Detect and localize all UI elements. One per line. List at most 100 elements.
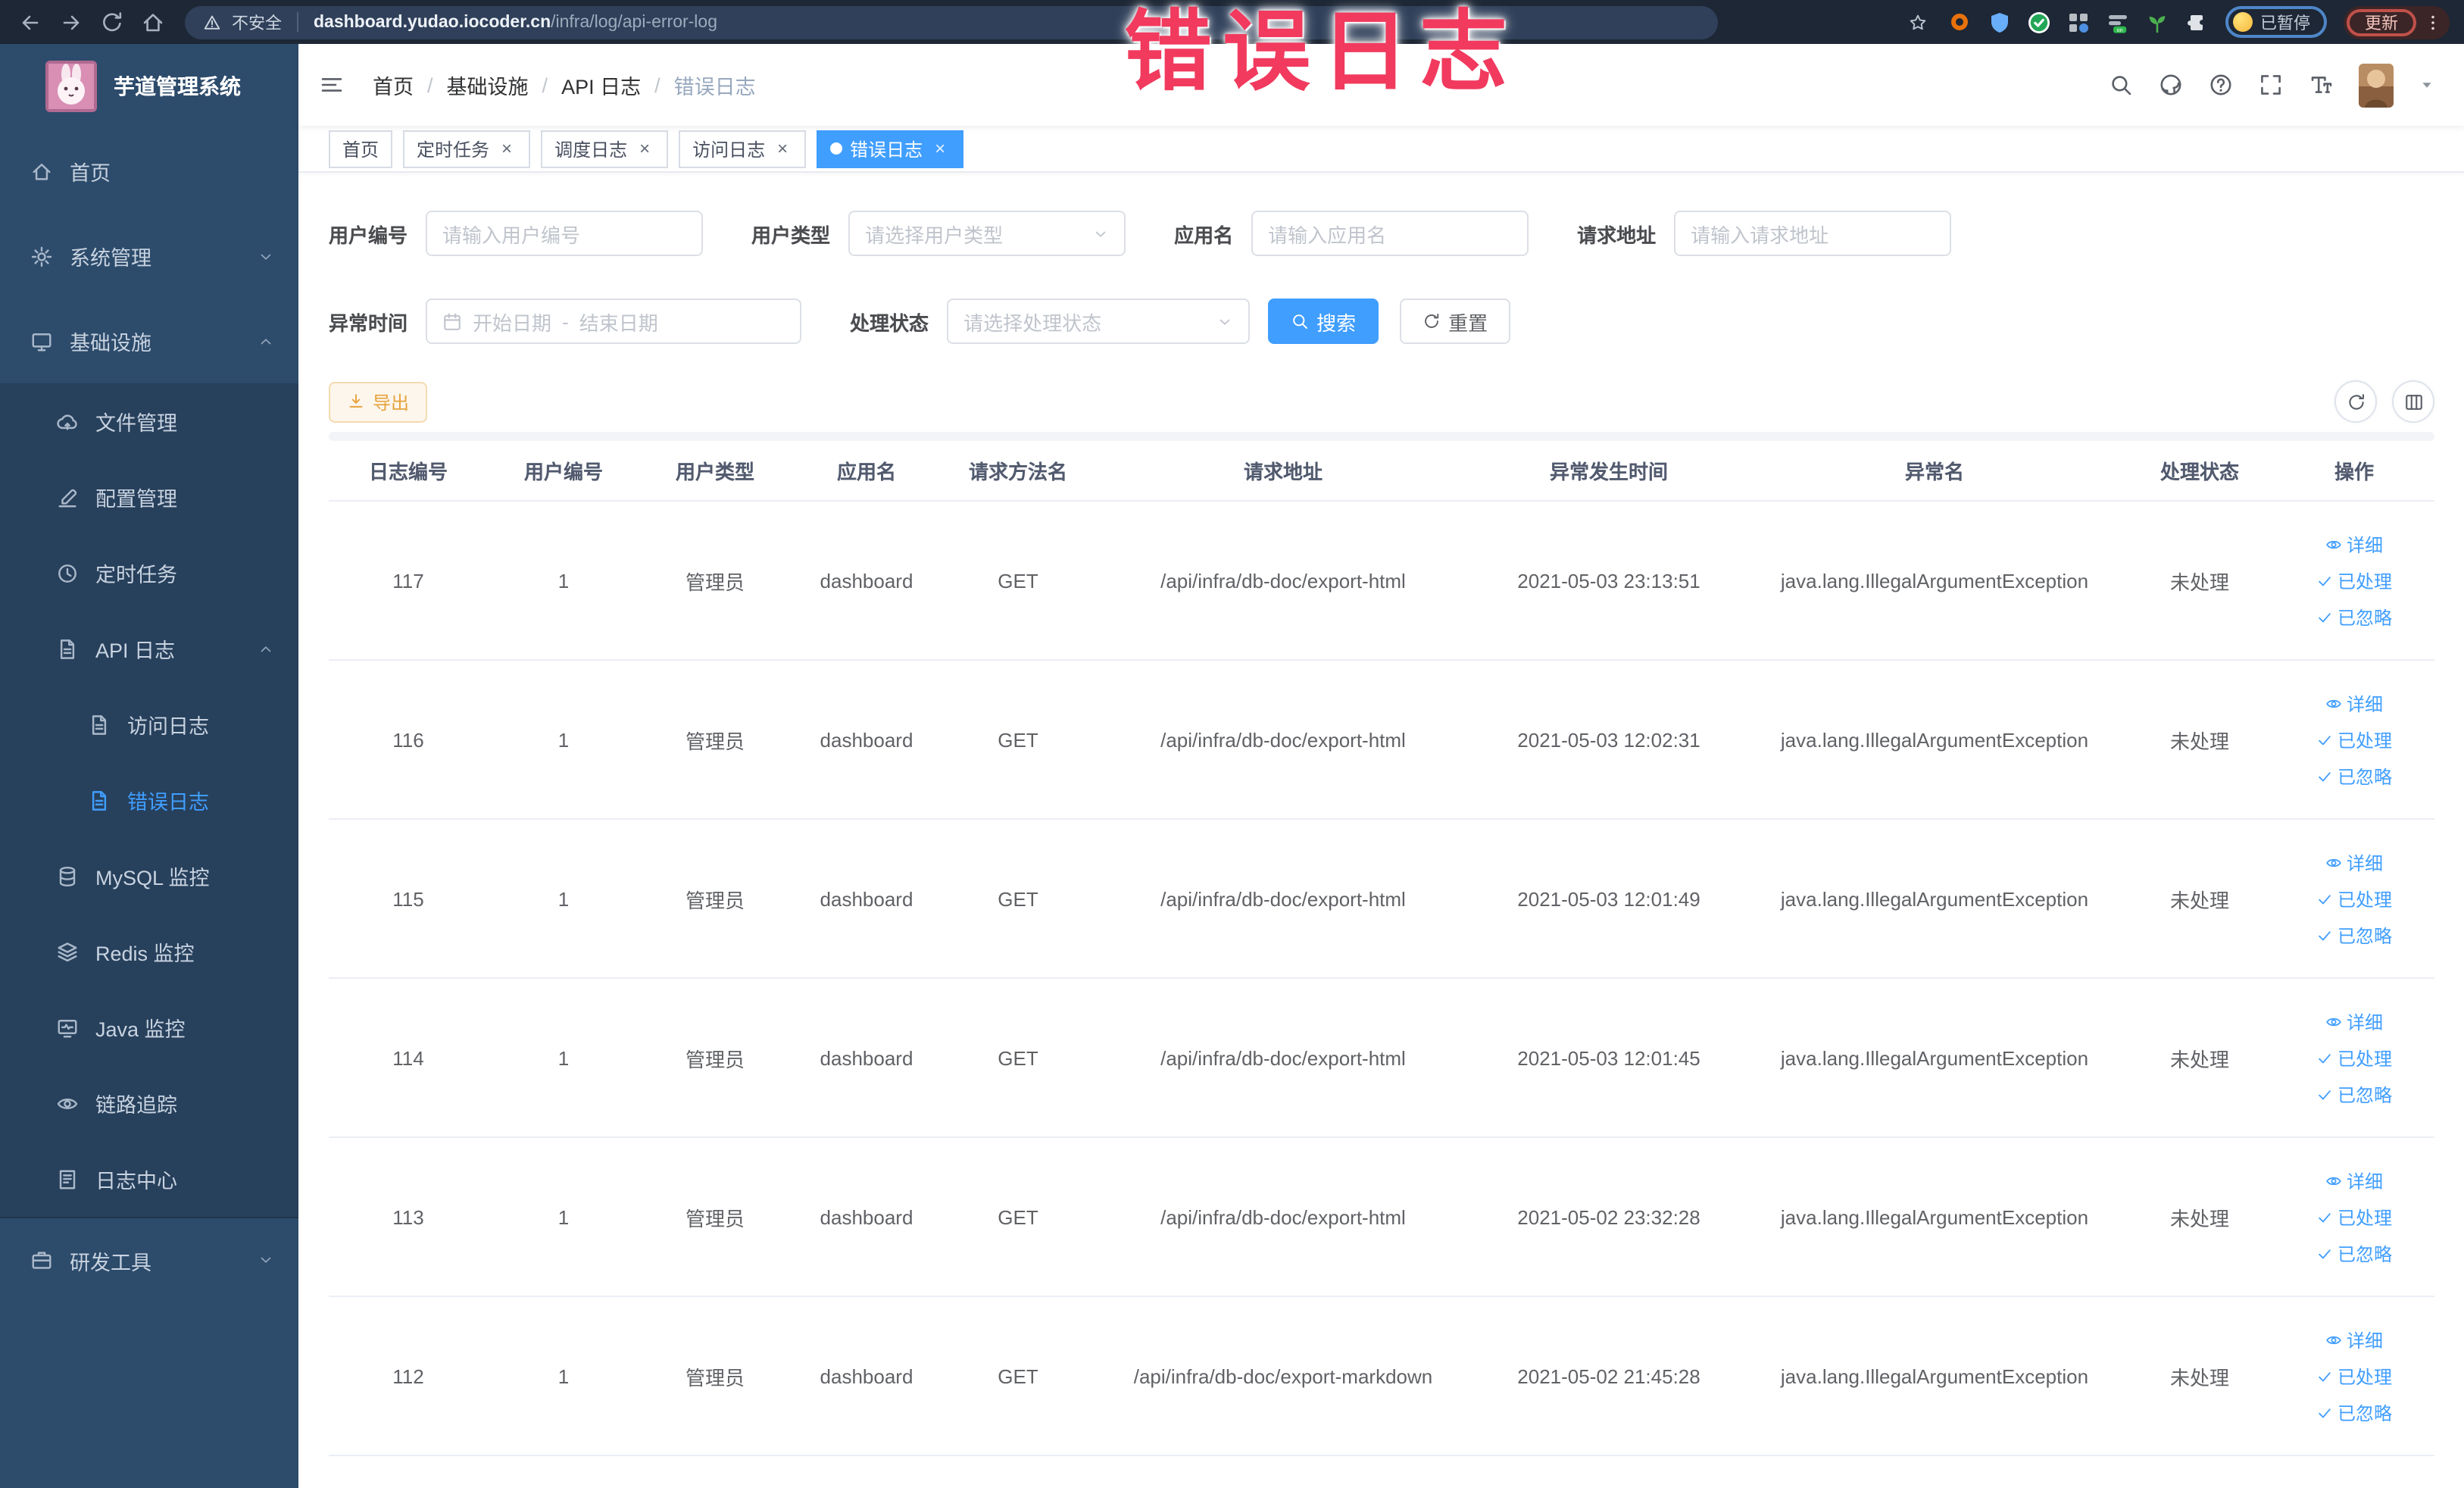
chevron-down-icon [258, 248, 274, 264]
action-详细[interactable]: 详细 [2325, 690, 2383, 716]
sidebar-item-mysql[interactable]: MySQL 监控 [0, 838, 298, 914]
top-navbar: 首页 / 基础设施 / API 日志 / 错误日志 [298, 44, 2464, 126]
check-icon [2316, 1086, 2333, 1102]
arrow-right-icon[interactable] [56, 7, 86, 37]
avatar[interactable] [2359, 63, 2394, 107]
action-已忽略[interactable]: 已忽略 [2316, 604, 2392, 630]
filter-input[interactable]: 请输入用户编号 [426, 211, 704, 256]
search-icon[interactable] [2109, 73, 2133, 97]
date-range-picker[interactable]: 开始日期 - 结束日期 [426, 299, 802, 344]
export-button[interactable]: 导出 [329, 381, 428, 422]
sidebar-item-dev-tools[interactable]: 研发工具 [0, 1217, 298, 1302]
breadcrumb-item[interactable]: API 日志 [561, 70, 641, 100]
filter-select[interactable]: 请选择用户类型 [848, 211, 1126, 256]
address-bar[interactable]: 不安全 dashboard.yudao.iocoder.cn/infra/log… [185, 5, 1718, 39]
action-详细[interactable]: 详细 [2325, 1327, 2383, 1352]
sidebar-item-redis[interactable]: Redis 监控 [0, 914, 298, 989]
sidebar-item-access-log[interactable]: 访问日志 [0, 686, 298, 762]
github-icon[interactable] [2159, 73, 2183, 97]
question-icon[interactable] [2209, 73, 2233, 97]
extension-on-switch-icon[interactable]: on [2104, 9, 2130, 35]
action-详细[interactable]: 详细 [2325, 849, 2383, 875]
close-icon[interactable]: × [635, 139, 654, 158]
tab-定时任务[interactable]: 定时任务 × [403, 130, 531, 167]
app-logo[interactable]: 芋道管理系统 [0, 44, 298, 129]
close-icon[interactable]: × [773, 139, 792, 158]
sidebar-item-job[interactable]: 定时任务 [0, 535, 298, 611]
action-已忽略[interactable]: 已忽略 [2316, 1081, 2392, 1107]
extension-check-badge-icon[interactable] [2025, 9, 2051, 35]
breadcrumb-item[interactable]: 首页 [373, 70, 414, 100]
reload-icon[interactable] [97, 7, 127, 37]
breadcrumb-item[interactable]: 基础设施 [447, 70, 529, 100]
close-icon[interactable]: × [930, 139, 950, 158]
action-已处理[interactable]: 已处理 [2316, 727, 2392, 752]
action-已处理[interactable]: 已处理 [2316, 1045, 2392, 1071]
action-已处理[interactable]: 已处理 [2316, 1204, 2392, 1230]
arrow-left-icon[interactable] [15, 7, 45, 37]
reset-button[interactable]: 重置 [1400, 299, 1511, 344]
sidebar-item-java[interactable]: Java 监控 [0, 989, 298, 1065]
eye-icon [2325, 1172, 2342, 1189]
action-已忽略[interactable]: 已忽略 [2316, 1399, 2392, 1425]
home-icon[interactable] [138, 7, 168, 37]
sidebar-item-config[interactable]: 配置管理 [0, 459, 298, 535]
fullscreen-icon[interactable] [2259, 73, 2283, 97]
url-text[interactable]: dashboard.yudao.iocoder.cn/infra/log/api… [314, 13, 717, 31]
caret-down-icon[interactable] [2419, 77, 2434, 92]
extension-shield-icon[interactable] [1986, 9, 2012, 35]
database-icon [56, 864, 79, 887]
action-已忽略[interactable]: 已忽略 [2316, 1240, 2392, 1266]
action-详细[interactable]: 详细 [2325, 1168, 2383, 1193]
column-header-1: 用户编号 [523, 461, 603, 483]
browser-menu-icon[interactable] [2424, 13, 2442, 31]
extension-grid-icon[interactable] [2065, 9, 2091, 35]
extension-sprout-icon[interactable] [2144, 9, 2169, 35]
tab-调度日志[interactable]: 调度日志 × [541, 130, 669, 167]
action-label: 详细 [2346, 852, 2383, 874]
action-已处理[interactable]: 已处理 [2316, 567, 2392, 593]
cell-actions: 详细 已处理 已忽略 [2275, 1008, 2433, 1107]
close-icon[interactable]: × [497, 139, 517, 158]
status-select[interactable]: 请选择处理状态 [947, 299, 1251, 344]
font-size-icon[interactable] [2309, 73, 2333, 97]
star-icon[interactable] [1904, 9, 1930, 35]
filter-input[interactable]: 请输入请求地址 [1674, 211, 1952, 256]
sidebar-item-api-log[interactable]: API 日志 [0, 611, 298, 686]
action-已忽略[interactable]: 已忽略 [2316, 763, 2392, 789]
sidebar-item-error-log[interactable]: 错误日志 [0, 762, 298, 838]
action-已忽略[interactable]: 已忽略 [2316, 922, 2392, 948]
tab-错误日志[interactable]: 错误日志 × [817, 130, 964, 167]
paused-badge[interactable]: 已暂停 [2225, 6, 2327, 38]
tab-访问日志[interactable]: 访问日志 × [679, 130, 807, 167]
extension-ring-icon[interactable] [1947, 9, 1972, 35]
update-button[interactable]: 更新 [2347, 8, 2416, 36]
cell-app_name: dashboard [820, 1046, 913, 1069]
action-label: 详细 [2346, 534, 2383, 555]
tab-首页[interactable]: 首页 [329, 130, 393, 167]
action-详细[interactable]: 详细 [2325, 1008, 2383, 1034]
columns-button[interactable] [2392, 380, 2434, 423]
sidebar-item-trace[interactable]: 链路追踪 [0, 1065, 298, 1141]
extension-puzzle-icon[interactable] [2183, 9, 2209, 35]
filter-input[interactable]: 请输入应用名 [1251, 211, 1529, 256]
action-已处理[interactable]: 已处理 [2316, 1363, 2392, 1389]
sidebar-item-infra[interactable]: 基础设施 [0, 299, 298, 383]
sidebar-item-home[interactable]: 首页 [0, 129, 298, 214]
table-row: 116 1 管理员 dashboard GET/api/infra/db-doc/exp… [329, 661, 2434, 820]
log-icon [56, 1168, 79, 1190]
sidebar-item-system[interactable]: 系统管理 [0, 214, 298, 299]
sidebar-item-log-center[interactable]: 日志中心 [0, 1141, 298, 1217]
sidebar-item-label: 定时任务 [95, 564, 177, 586]
security-label[interactable]: 不安全 [232, 10, 282, 34]
download-icon [347, 392, 365, 411]
end-date-placeholder[interactable]: 结束日期 [579, 307, 658, 336]
action-详细[interactable]: 详细 [2325, 531, 2383, 557]
search-button[interactable]: 搜索 [1268, 299, 1379, 344]
refresh-button[interactable] [2334, 380, 2377, 423]
sidebar-item-file[interactable]: 文件管理 [0, 383, 298, 459]
layers-icon [56, 940, 79, 963]
start-date-placeholder[interactable]: 开始日期 [473, 307, 551, 336]
hamburger-icon[interactable] [312, 65, 351, 105]
action-已处理[interactable]: 已处理 [2316, 886, 2392, 911]
